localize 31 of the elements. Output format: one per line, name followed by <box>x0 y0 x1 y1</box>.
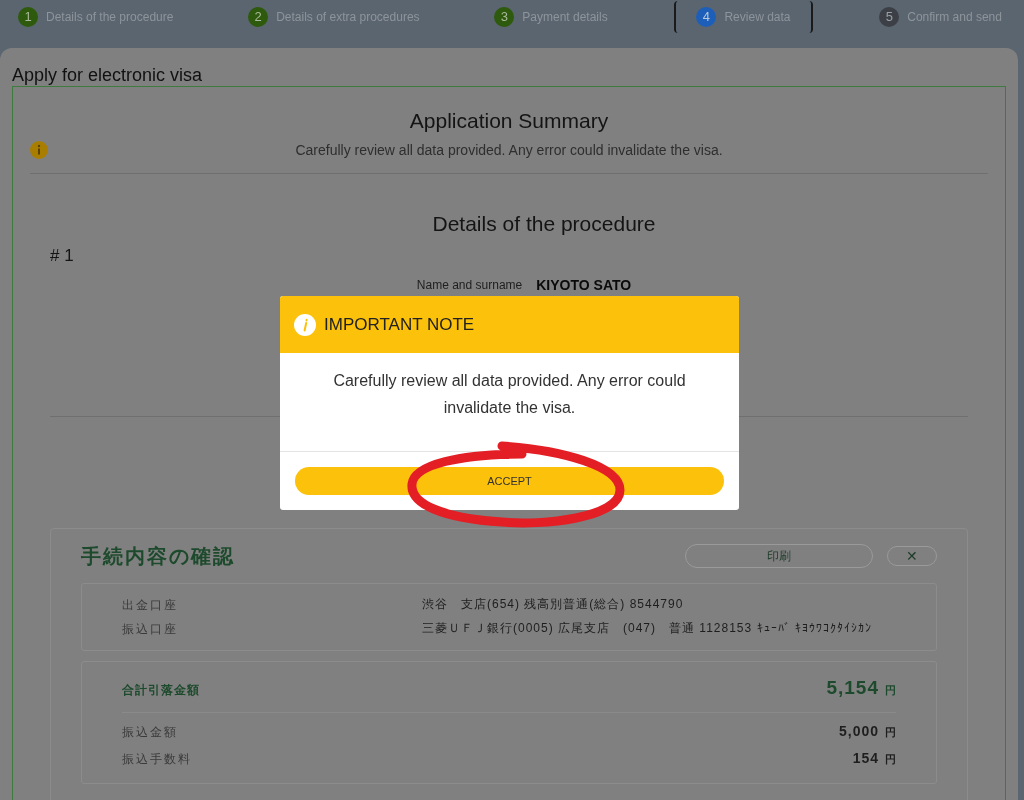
info-icon <box>294 313 316 336</box>
amount-value: 154 <box>852 749 879 768</box>
summary-title: Application Summary <box>408 108 610 134</box>
account-label: 振込口座 <box>122 620 179 638</box>
bank-title: 手続内容の確認 <box>81 543 235 569</box>
account-value: 三菱ＵＦＪ銀行(0005) 広尾支店 (047) 普通 1128153 ｷｭｰﾊﾞ ｷﾖｳﾜｺｸﾀｲｼｶﾝ <box>422 619 873 637</box>
modal-message: Carefully review all data provided. Any error could invalidate the visa. <box>332 371 687 418</box>
info-icon <box>30 141 48 159</box>
page-title: Apply for electronic visa <box>12 65 204 85</box>
amount-label: 振込手数料 <box>122 751 192 768</box>
account-value: 渋谷 支店(654) 残高別普通(総合) 8544790 <box>422 595 685 613</box>
currency-unit: 円 <box>885 682 896 698</box>
total-amount: 5,154 <box>826 675 879 700</box>
field-label: Name and surname <box>416 277 523 294</box>
amount-label: 振込金額 <box>122 724 178 741</box>
procedure-index: # 1 <box>50 245 75 267</box>
step-number: 5 <box>879 7 900 27</box>
step-number: 2 <box>248 7 269 27</box>
procedure-title: Details of the procedure <box>431 210 657 237</box>
currency-unit: 円 <box>885 752 896 767</box>
currency-unit: 円 <box>885 725 896 740</box>
summary-notice: Carefully review all data provided. Any error could invalidate the visa. <box>294 140 724 160</box>
modal-title: IMPORTANT NOTE <box>324 313 475 336</box>
field-value: KIYOTO SATO <box>536 275 632 295</box>
step-number: 1 <box>18 7 38 27</box>
account-label: 出金口座 <box>122 596 179 614</box>
step-number: 3 <box>494 7 515 27</box>
step-number: 4 <box>696 7 717 27</box>
amount-value: 5,000 <box>838 722 879 741</box>
accept-button[interactable]: ACCEPT <box>295 467 724 495</box>
total-label: 合計引落金額 <box>122 681 200 699</box>
